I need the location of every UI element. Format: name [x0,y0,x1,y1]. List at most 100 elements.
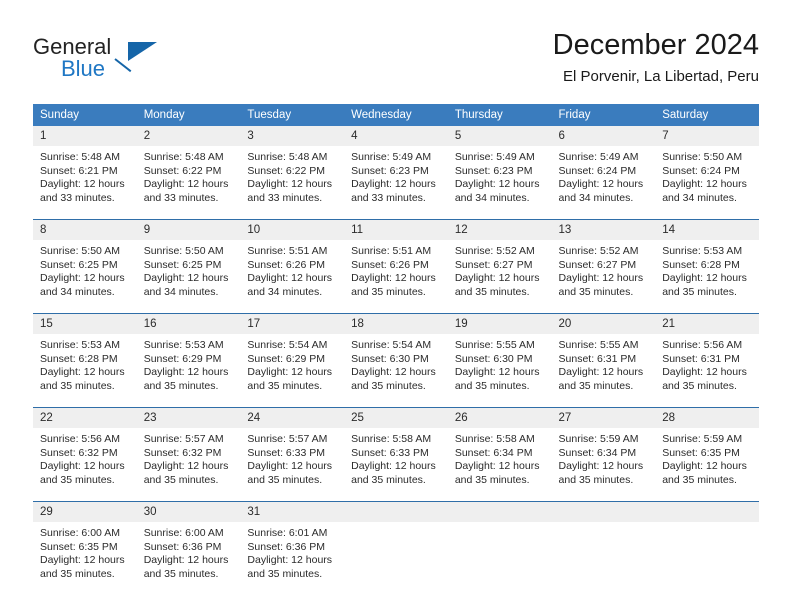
day-details: Sunrise: 5:51 AM Sunset: 6:26 PM Daylight:… [240,240,344,299]
day-cell-content: 27 Sunrise: 5:59 AM Sunset: 6:34 PM Dayligh… [551,408,656,492]
calendar-day-cell[interactable]: 1 Sunrise: 5:48 AM Sunset: 6:21 PM Daylight… [33,126,137,210]
calendar-day-cell[interactable]: 13 Sunrise: 5:52 AM Sunset: 6:27 PM Dayligh… [551,219,656,304]
sunset-text: Sunset: 6:22 PM [247,164,326,177]
day-number [447,502,552,522]
calendar-day-cell[interactable]: 24 Sunrise: 5:57 AM Sunset: 6:33 PM Dayligh… [240,407,345,492]
day-number: 26 [447,408,552,428]
sunset-text: Sunset: 6:26 PM [351,258,429,271]
day-details: Sunrise: 5:59 AM Sunset: 6:34 PM Daylight:… [552,428,656,487]
day-cell-content: 26 Sunrise: 5:58 AM Sunset: 6:34 PM Dayligh… [447,408,552,492]
day-cell-content: 25 Sunrise: 5:58 AM Sunset: 6:33 PM Dayligh… [344,408,448,492]
sunset-text: Sunset: 6:28 PM [40,352,118,365]
calendar-day-cell[interactable]: 16 Sunrise: 5:53 AM Sunset: 6:29 PM Dayligh… [136,313,241,398]
calendar-day-cell[interactable]: 11 Sunrise: 5:51 AM Sunset: 6:26 PM Dayligh… [344,219,448,304]
daylight-text-line1: Daylight: 12 hours [454,460,540,473]
week-spacer-cell [33,398,759,408]
calendar-week-row: 1 Sunrise: 5:48 AM Sunset: 6:21 PM Daylight… [33,126,759,210]
daylight-text-line2: and 35 minutes. [247,567,323,580]
sunset-text: Sunset: 6:32 PM [143,446,222,459]
day-cell-content: 20 Sunrise: 5:55 AM Sunset: 6:31 PM Dayligh… [551,314,656,398]
page-header: General Blue December 2024 El Porvenir, … [33,28,759,92]
calendar-day-cell[interactable]: 20 Sunrise: 5:55 AM Sunset: 6:31 PM Dayligh… [551,313,656,398]
day-number: 6 [551,126,656,146]
daylight-text-line1: Daylight: 12 hours [454,178,540,191]
calendar-week-row: 8 Sunrise: 5:50 AM Sunset: 6:25 PM Daylight… [33,219,759,304]
sunset-text: Sunset: 6:27 PM [454,258,533,271]
daylight-text-line1: Daylight: 12 hours [662,366,747,379]
sunset-text: Sunset: 6:29 PM [143,352,222,365]
daylight-text-line2: and 35 minutes. [454,473,530,486]
sunset-text: Sunset: 6:34 PM [454,446,533,459]
sunrise-text: Sunrise: 5:50 AM [662,151,743,163]
daylight-text-line2: and 35 minutes. [662,379,737,392]
day-number: 7 [655,126,759,146]
calendar-day-cell[interactable]: 18 Sunrise: 5:54 AM Sunset: 6:30 PM Dayligh… [344,313,448,398]
daylight-text-line2: and 35 minutes. [40,567,115,580]
sunset-text: Sunset: 6:26 PM [247,258,326,271]
daylight-text-line1: Daylight: 12 hours [662,460,747,473]
week-spacer [33,210,759,220]
calendar-day-cell[interactable]: 25 Sunrise: 5:58 AM Sunset: 6:33 PM Dayligh… [344,407,448,492]
daylight-text-line2: and 35 minutes. [351,285,426,298]
sunset-text: Sunset: 6:21 PM [40,164,118,177]
daylight-text-line1: Daylight: 12 hours [351,460,436,473]
sunrise-text: Sunrise: 6:01 AM [247,527,328,539]
brand-logo[interactable]: General Blue [33,34,163,86]
calendar-day-cell[interactable]: 15 Sunrise: 5:53 AM Sunset: 6:28 PM Dayligh… [33,313,137,398]
weekday-header-tuesday: Tuesday [240,104,345,126]
calendar-day-cell[interactable]: 4 Sunrise: 5:49 AM Sunset: 6:23 PM Daylight… [344,126,448,210]
daylight-text-line1: Daylight: 12 hours [143,554,229,567]
sunrise-text: Sunrise: 5:57 AM [143,433,224,445]
calendar-day-cell[interactable]: 12 Sunrise: 5:52 AM Sunset: 6:27 PM Dayligh… [447,219,552,304]
sunset-text: Sunset: 6:24 PM [558,164,637,177]
sunrise-text: Sunrise: 5:53 AM [662,245,743,257]
calendar-day-cell[interactable]: 27 Sunrise: 5:59 AM Sunset: 6:34 PM Dayligh… [551,407,656,492]
day-cell-content: 13 Sunrise: 5:52 AM Sunset: 6:27 PM Dayligh… [551,220,656,304]
calendar-day-cell[interactable]: 8 Sunrise: 5:50 AM Sunset: 6:25 PM Daylight… [33,219,137,304]
sunset-text: Sunset: 6:30 PM [351,352,429,365]
day-number: 2 [136,126,241,146]
day-details: Sunrise: 5:52 AM Sunset: 6:27 PM Daylight:… [448,240,552,299]
day-number [344,502,448,522]
weekday-header-monday: Monday [136,104,241,126]
calendar-day-cell[interactable]: 28 Sunrise: 5:59 AM Sunset: 6:35 PM Dayligh… [655,407,759,492]
calendar-day-cell[interactable]: 31 Sunrise: 6:01 AM Sunset: 6:36 PM Dayligh… [240,501,345,586]
calendar-day-cell[interactable]: 10 Sunrise: 5:51 AM Sunset: 6:26 PM Dayligh… [240,219,345,304]
calendar-day-cell[interactable]: 22 Sunrise: 5:56 AM Sunset: 6:32 PM Dayligh… [33,407,137,492]
day-cell-content: 15 Sunrise: 5:53 AM Sunset: 6:28 PM Dayligh… [33,314,137,398]
calendar-day-cell[interactable]: 19 Sunrise: 5:55 AM Sunset: 6:30 PM Dayligh… [447,313,552,398]
calendar-day-cell[interactable]: 2 Sunrise: 5:48 AM Sunset: 6:22 PM Daylight… [136,126,241,210]
calendar-day-cell[interactable]: 29 Sunrise: 6:00 AM Sunset: 6:35 PM Dayligh… [33,501,137,586]
calendar-day-cell[interactable]: 21 Sunrise: 5:56 AM Sunset: 6:31 PM Dayligh… [655,313,759,398]
calendar-page: General Blue December 2024 El Porvenir, … [0,0,792,612]
daylight-text-line2: and 35 minutes. [558,285,634,298]
sunrise-text: Sunrise: 5:49 AM [351,151,432,163]
sunrise-text: Sunrise: 5:58 AM [454,433,535,445]
calendar-day-cell[interactable]: 9 Sunrise: 5:50 AM Sunset: 6:25 PM Daylight… [136,219,241,304]
day-cell-content: 8 Sunrise: 5:50 AM Sunset: 6:25 PM Daylight… [33,220,137,304]
sunrise-text: Sunrise: 6:00 AM [40,527,120,539]
sunrise-text: Sunrise: 5:54 AM [351,339,432,351]
calendar-day-cell[interactable]: 23 Sunrise: 5:57 AM Sunset: 6:32 PM Dayligh… [136,407,241,492]
calendar-day-cell[interactable]: 6 Sunrise: 5:49 AM Sunset: 6:24 PM Daylight… [551,126,656,210]
sunrise-text: Sunrise: 5:53 AM [40,339,120,351]
sunset-text: Sunset: 6:25 PM [40,258,118,271]
calendar-day-cell[interactable]: 30 Sunrise: 6:00 AM Sunset: 6:36 PM Dayligh… [136,501,241,586]
calendar-day-cell[interactable]: 3 Sunrise: 5:48 AM Sunset: 6:22 PM Daylight… [240,126,345,210]
day-number: 23 [136,408,241,428]
calendar-day-cell[interactable]: 5 Sunrise: 5:49 AM Sunset: 6:23 PM Daylight… [447,126,552,210]
calendar-day-cell [344,501,448,586]
day-number: 27 [551,408,656,428]
sunrise-text: Sunrise: 5:48 AM [143,151,224,163]
calendar-day-cell[interactable]: 17 Sunrise: 5:54 AM Sunset: 6:29 PM Dayligh… [240,313,345,398]
day-details: Sunrise: 5:50 AM Sunset: 6:24 PM Daylight:… [655,146,759,205]
day-number: 20 [551,314,656,334]
day-details: Sunrise: 6:01 AM Sunset: 6:36 PM Daylight:… [240,522,344,581]
day-number [655,502,759,522]
day-number: 10 [240,220,345,240]
day-number: 8 [33,220,137,240]
calendar-day-cell[interactable]: 7 Sunrise: 5:50 AM Sunset: 6:24 PM Daylight… [655,126,759,210]
calendar-day-cell[interactable]: 14 Sunrise: 5:53 AM Sunset: 6:28 PM Dayligh… [655,219,759,304]
calendar-day-cell[interactable]: 26 Sunrise: 5:58 AM Sunset: 6:34 PM Dayligh… [447,407,552,492]
day-details: Sunrise: 5:57 AM Sunset: 6:33 PM Daylight:… [240,428,344,487]
